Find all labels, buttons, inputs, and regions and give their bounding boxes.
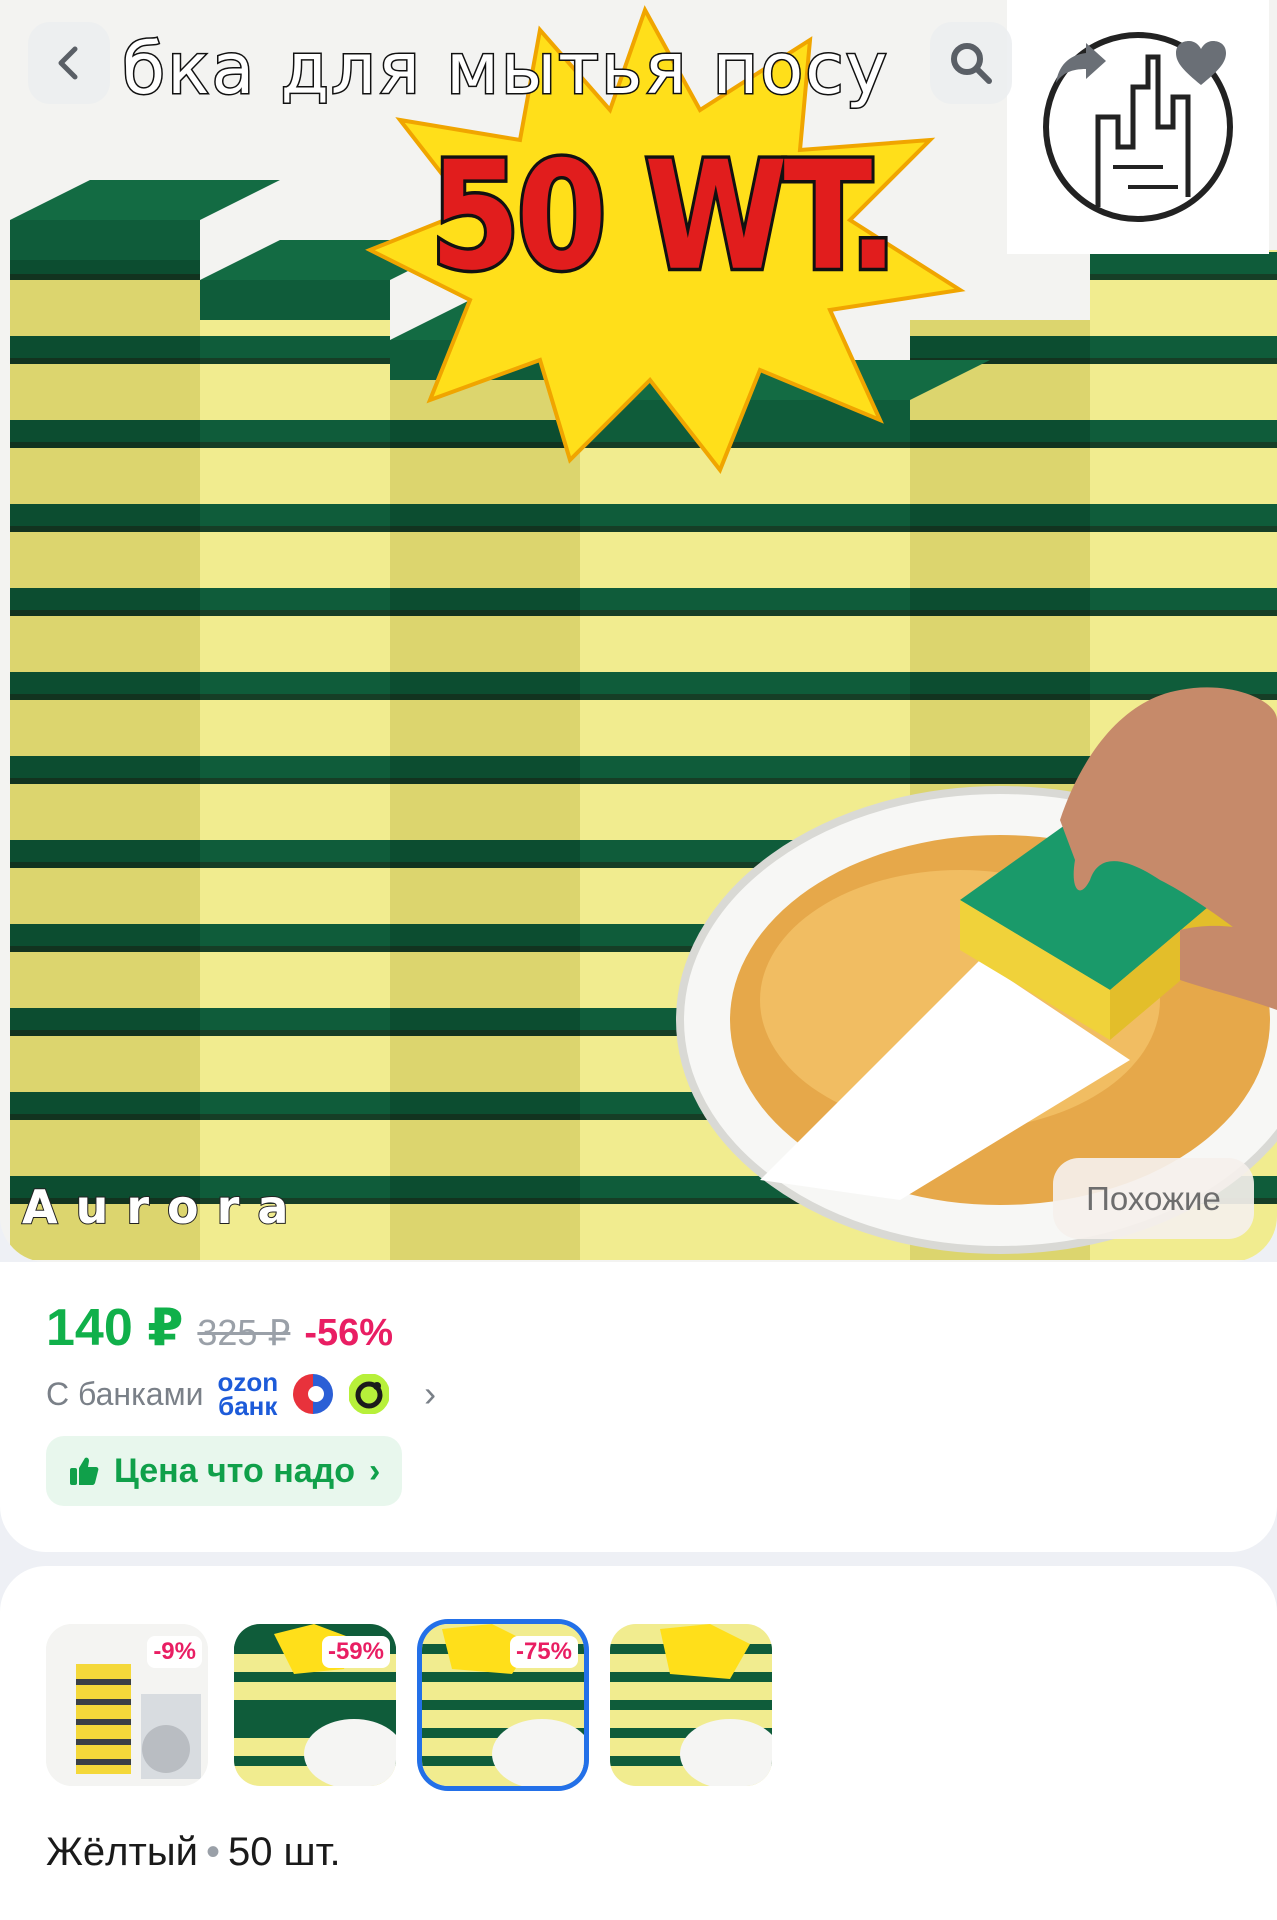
- variants-card: -9% -59% -75% Жёлтый • 50 шт.: [0, 1566, 1277, 1920]
- price-row: 140 ₽ 325 ₽ -56%: [46, 1298, 393, 1358]
- bank-icon-red-blue: [293, 1374, 334, 1414]
- back-button[interactable]: [28, 22, 110, 104]
- caption-separator: •: [205, 1830, 220, 1874]
- pack-size-badge: 50 WT.: [427, 125, 901, 307]
- price-card: 140 ₽ 325 ₽ -56% С банками ozon банк › Ц…: [0, 1262, 1277, 1552]
- search-icon: [951, 43, 992, 84]
- bank-icon-green: [349, 1374, 390, 1414]
- variant-option-2[interactable]: -59%: [234, 1624, 396, 1786]
- variant-quantity: 50 шт.: [227, 1830, 341, 1874]
- chevron-left-icon: [58, 46, 78, 80]
- share-icon: [1056, 43, 1106, 83]
- thumbs-up-icon: [70, 1457, 99, 1485]
- variant-option-4[interactable]: [610, 1624, 772, 1786]
- product-page: 50 WT. бка для мытья посу Aurora Похожие…: [0, 0, 1277, 1920]
- variant-caption: Жёлтый • 50 шт.: [46, 1830, 341, 1875]
- variant-thumbnail: [610, 1624, 772, 1786]
- chevron-right-icon: ›: [424, 1373, 437, 1414]
- heart-icon: [1176, 41, 1226, 85]
- ozon-bank-line2: банк: [218, 1391, 278, 1421]
- variant-discount: -9%: [147, 1636, 202, 1668]
- ozon-bank-logo: ozon банк: [217, 1369, 278, 1421]
- search-button[interactable]: [930, 22, 1012, 104]
- bank-offers-row[interactable]: С банками ozon банк ›: [46, 1369, 437, 1421]
- image-title-overlay: бка для мытья посу: [122, 28, 890, 110]
- variant-option-3[interactable]: -75%: [422, 1624, 584, 1786]
- variant-option-1[interactable]: -9%: [46, 1624, 208, 1786]
- variant-discount: -75%: [509, 1636, 578, 1668]
- banks-label: С банками: [46, 1375, 204, 1412]
- product-image[interactable]: 50 WT. бка для мытья посу Aurora Похожие: [0, 0, 1277, 1262]
- old-price: 325 ₽: [197, 1312, 291, 1353]
- price-deal-label: Цена что надо: [114, 1451, 356, 1490]
- current-price: 140 ₽: [46, 1299, 184, 1357]
- favorite-button[interactable]: [1160, 22, 1242, 104]
- brand-watermark: Aurora: [21, 1179, 307, 1235]
- variant-color: Жёлтый: [46, 1830, 198, 1874]
- chevron-right-icon: ›: [369, 1451, 381, 1490]
- discount-percent: -56%: [304, 1312, 394, 1354]
- similar-button[interactable]: Похожие: [1053, 1158, 1254, 1239]
- share-button[interactable]: [1040, 22, 1122, 104]
- variant-discount: -59%: [321, 1636, 390, 1668]
- price-deal-badge[interactable]: Цена что надо ›: [46, 1436, 403, 1506]
